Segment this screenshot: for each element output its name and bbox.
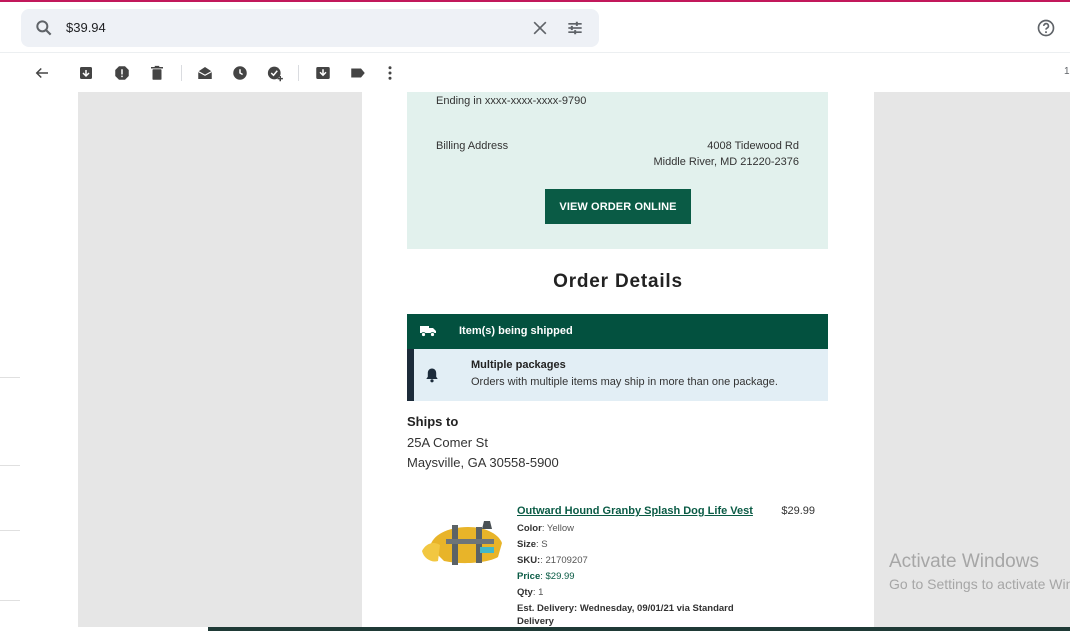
notice-body: Orders with multiple items may ship in m… [471, 376, 778, 388]
pagination-count: 1 [1064, 66, 1070, 77]
rail-divider [0, 377, 20, 378]
archive-icon[interactable] [77, 64, 95, 82]
multiple-packages-notice: Multiple packages Orders with multiple i… [407, 349, 828, 401]
delete-icon[interactable] [148, 64, 166, 82]
search-options-icon[interactable] [565, 18, 585, 38]
product-size: Size: S [517, 539, 548, 550]
sku-label: SKU: [517, 555, 541, 566]
more-options-icon[interactable] [381, 64, 399, 82]
price-label: Price [517, 571, 541, 582]
email-body: Ending in xxxx-xxxx-xxxx-9790 Billing Ad… [362, 92, 874, 627]
product-image[interactable] [418, 517, 506, 573]
product-sku: SKU:: 21709207 [517, 555, 588, 566]
qty-label: Qty [517, 587, 533, 598]
bottom-bar-dark [208, 627, 1070, 631]
billing-address-line2: Middle River, MD 21220-2376 [653, 156, 799, 168]
ships-to-line2: Maysville, GA 30558-5900 [407, 455, 559, 470]
toolbar-divider [181, 65, 182, 81]
bell-icon [425, 367, 439, 383]
search-icon[interactable] [34, 18, 54, 38]
qty-value: : 1 [532, 587, 544, 598]
billing-address-label: Billing Address [436, 140, 509, 152]
toolbar-divider [298, 65, 299, 81]
product-qty: Qty: 1 [517, 587, 543, 598]
ships-to-line1: 25A Comer St [407, 435, 488, 450]
notice-accent-bar [407, 349, 414, 401]
billing-section: Ending in xxxx-xxxx-xxxx-9790 Billing Ad… [407, 92, 828, 249]
report-spam-icon[interactable] [113, 64, 131, 82]
back-arrow-icon[interactable] [33, 64, 51, 82]
label-icon[interactable] [349, 64, 367, 82]
rail-divider [0, 600, 20, 601]
estimated-delivery: Est. Delivery: Wednesday, 09/01/21 via S… [517, 603, 734, 627]
left-rail [0, 92, 22, 631]
color-label: Color [517, 523, 542, 534]
help-icon[interactable] [1036, 18, 1056, 38]
view-order-online-button[interactable]: VIEW ORDER ONLINE [545, 189, 691, 224]
product-name-link[interactable]: Outward Hound Granby Splash Dog Life Ves… [517, 505, 753, 517]
activate-windows-title: Activate Windows [889, 551, 1039, 572]
move-to-icon[interactable] [314, 64, 332, 82]
search-input[interactable]: $39.94 [66, 20, 106, 35]
add-to-tasks-icon[interactable] [266, 64, 284, 82]
email-margin-right [874, 92, 1070, 627]
truck-icon [420, 324, 436, 338]
activate-windows-subtitle: Go to Settings to activate Windows. [889, 576, 1070, 592]
size-label: Size [517, 539, 537, 550]
ships-to-label: Ships to [407, 414, 459, 429]
rail-divider [0, 530, 20, 531]
size-value: : S [536, 539, 548, 550]
snooze-clock-icon[interactable] [231, 64, 249, 82]
sku-value: : 21709207 [540, 555, 588, 566]
product-price: $29.99 [781, 505, 815, 517]
card-ending: Ending in xxxx-xxxx-xxxx-9790 [436, 95, 587, 107]
mark-unread-icon[interactable] [196, 64, 214, 82]
message-toolbar: 1 [0, 52, 1070, 93]
shipping-status-bar: Item(s) being shipped [407, 314, 828, 349]
top-accent-line [0, 0, 1070, 2]
billing-address-line1: 4008 Tidewood Rd [707, 140, 799, 152]
search-bar[interactable]: $39.94 [21, 9, 599, 47]
color-value: : Yellow [541, 523, 575, 534]
order-details-heading: Order Details [553, 271, 683, 292]
product-color: Color: Yellow [517, 523, 574, 534]
product-unit-price: Price: $29.99 [517, 571, 575, 582]
bottom-bar [0, 627, 1070, 631]
clear-search-icon[interactable] [530, 18, 550, 38]
notice-title: Multiple packages [471, 359, 566, 371]
rail-divider [0, 465, 20, 466]
email-margin-left [78, 92, 362, 627]
price-value: : $29.99 [540, 571, 575, 582]
shipping-status-text: Item(s) being shipped [459, 325, 573, 337]
